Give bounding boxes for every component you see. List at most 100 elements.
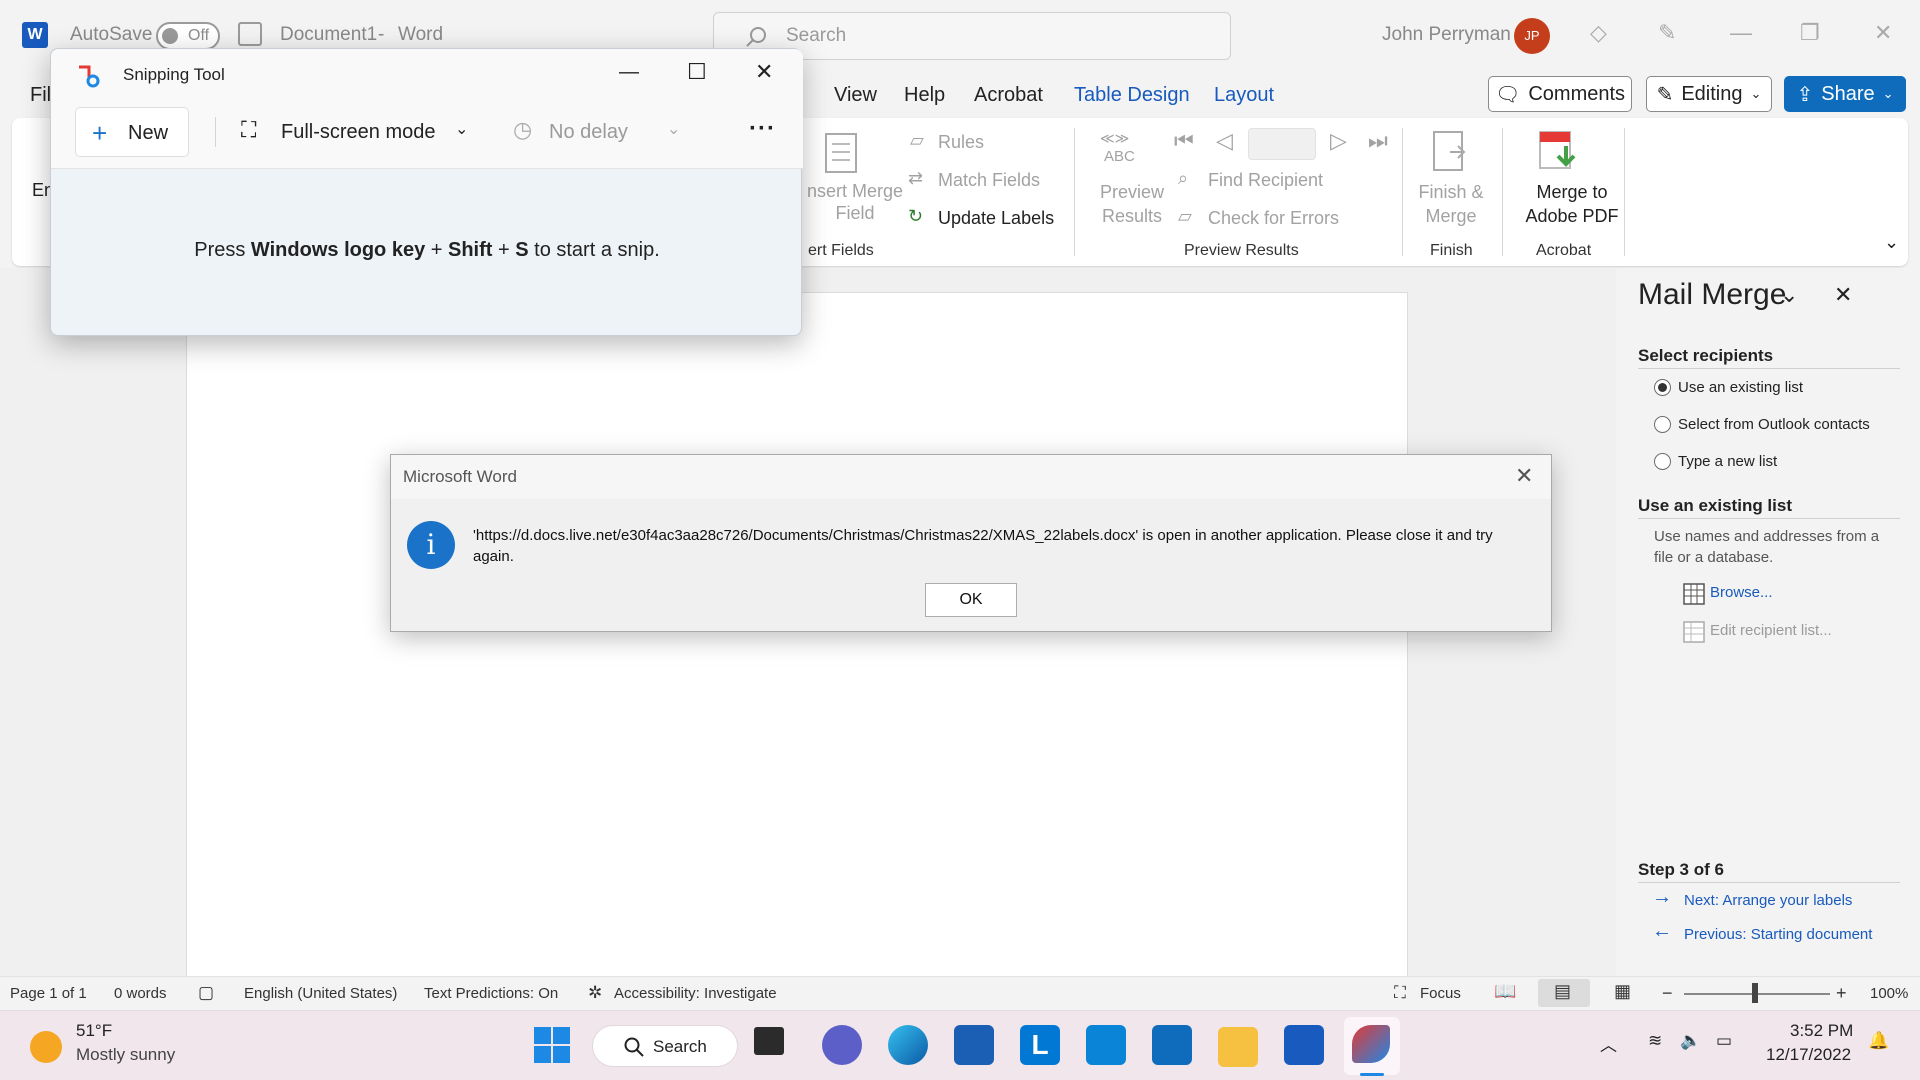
radio-outlook-contacts-label[interactable]: Select from Outlook contacts xyxy=(1678,416,1870,433)
focus-button[interactable]: Focus xyxy=(1420,985,1461,1002)
restore-icon[interactable]: ❐ xyxy=(1800,20,1820,46)
pane-close-icon[interactable]: ✕ xyxy=(1834,282,1852,308)
ribbon-collapse-icon[interactable]: ⌄ xyxy=(1884,232,1899,253)
word-logo-icon: W xyxy=(22,22,48,48)
browse-link[interactable]: Browse... xyxy=(1710,584,1773,601)
file-explorer-icon[interactable] xyxy=(1218,1027,1258,1067)
tab-help[interactable]: Help xyxy=(904,84,945,107)
record-number-input[interactable] xyxy=(1248,128,1316,160)
status-bar: Page 1 of 1 0 words ▢ English (United St… xyxy=(0,976,1920,1010)
tab-acrobat[interactable]: Acrobat xyxy=(974,84,1043,107)
new-snip-button[interactable]: + New xyxy=(75,107,189,157)
divider xyxy=(1638,368,1900,369)
user-name[interactable]: John Perryman xyxy=(1382,24,1511,46)
close-icon[interactable]: ✕ xyxy=(1874,20,1892,46)
pane-options-icon[interactable]: ⌄ xyxy=(1780,282,1798,308)
save-icon[interactable] xyxy=(238,22,262,46)
tab-file[interactable]: Fil xyxy=(30,84,51,107)
zoom-in-button[interactable]: + xyxy=(1836,983,1847,1004)
text-predictions[interactable]: Text Predictions: On xyxy=(424,985,558,1002)
minimize-icon[interactable]: — xyxy=(1730,20,1752,46)
pen-icon[interactable]: ✎ xyxy=(1658,20,1676,46)
previous-step-link[interactable]: Previous: Starting document xyxy=(1684,926,1872,943)
weather-temp[interactable]: 51°F xyxy=(76,1021,112,1041)
taskbar-search[interactable]: Search xyxy=(592,1025,738,1067)
snip-close-icon[interactable]: ✕ xyxy=(755,59,773,85)
task-view-icon[interactable] xyxy=(754,1027,784,1055)
find-recipient-button[interactable]: Find Recipient xyxy=(1208,170,1323,191)
editing-button[interactable]: ✎ Editing ⌄ xyxy=(1646,76,1772,112)
web-layout-icon[interactable]: ▦ xyxy=(1614,981,1631,1002)
language[interactable]: English (United States) xyxy=(244,985,397,1002)
radio-outlook-contacts[interactable] xyxy=(1654,416,1671,433)
weather-condition[interactable]: Mostly sunny xyxy=(76,1045,175,1065)
radio-new-list[interactable] xyxy=(1654,453,1671,470)
previous-record-icon[interactable]: ◁ xyxy=(1216,128,1233,154)
radio-new-list-label[interactable]: Type a new list xyxy=(1678,453,1777,470)
outlook-icon[interactable] xyxy=(1152,1025,1192,1065)
radio-existing-list[interactable] xyxy=(1654,379,1671,396)
check-errors-button[interactable]: Check for Errors xyxy=(1208,208,1339,229)
cortana-icon[interactable] xyxy=(1086,1025,1126,1065)
snip-maximize-icon[interactable]: ☐ xyxy=(687,59,707,85)
snip-minimize-icon[interactable]: — xyxy=(619,61,639,84)
clock-time[interactable]: 3:52 PM xyxy=(1790,1021,1853,1041)
share-button[interactable]: ⇪ Share ⌄ xyxy=(1784,76,1906,112)
update-labels-button[interactable]: Update Labels xyxy=(938,208,1054,229)
focus-icon: ⛶ xyxy=(1394,983,1406,1002)
clock-date[interactable]: 12/17/2022 xyxy=(1766,1045,1851,1065)
word-count[interactable]: 0 words xyxy=(114,985,167,1002)
document-page[interactable] xyxy=(186,292,1408,982)
last-record-icon[interactable]: ⏭ xyxy=(1368,128,1388,154)
edge-icon[interactable] xyxy=(888,1025,928,1065)
taskbar: 51°F Mostly sunny Search L ︿ ≋ 🔈 ▭ 3:52 … xyxy=(0,1010,1920,1080)
match-fields-button[interactable]: Match Fields xyxy=(938,170,1040,191)
merge-pdf-button[interactable]: Merge to Adobe PDF xyxy=(1512,180,1632,228)
show-hidden-icons[interactable]: ︿ xyxy=(1600,1031,1617,1056)
chevron-down-icon: ⌄ xyxy=(455,121,469,138)
next-record-icon[interactable]: ▷ xyxy=(1330,128,1347,154)
rules-button[interactable]: Rules xyxy=(938,132,984,153)
zoom-slider-thumb[interactable] xyxy=(1752,983,1758,1003)
snip-mode-dropdown[interactable]: ⛶ Full-screen mode ⌄ xyxy=(235,113,469,153)
read-mode-icon[interactable]: 📖 xyxy=(1494,981,1516,1002)
first-record-icon[interactable]: ⏮ xyxy=(1174,128,1194,154)
radio-existing-list-label[interactable]: Use an existing list xyxy=(1678,379,1803,396)
battery-icon[interactable]: ▭ xyxy=(1716,1031,1732,1051)
tab-view[interactable]: View xyxy=(834,84,877,107)
tab-table-design[interactable]: Table Design xyxy=(1074,84,1190,107)
check-errors-icon: ▱ xyxy=(1178,206,1192,226)
finish-merge-button[interactable]: Finish & Merge xyxy=(1408,180,1494,228)
ok-button[interactable]: OK xyxy=(925,583,1017,617)
dialog-close-icon[interactable]: ✕ xyxy=(1515,463,1533,489)
start-icon[interactable] xyxy=(534,1027,570,1063)
avatar[interactable]: JP xyxy=(1514,18,1550,54)
preview-results-button[interactable]: Preview Results xyxy=(1084,180,1180,228)
comments-button[interactable]: 🗨 Comments xyxy=(1488,76,1632,112)
match-fields-icon: ⇄ xyxy=(908,168,924,188)
active-indicator xyxy=(1360,1073,1384,1076)
tab-layout[interactable]: Layout xyxy=(1214,84,1274,107)
zoom-out-button[interactable]: − xyxy=(1662,983,1673,1004)
zoom-level[interactable]: 100% xyxy=(1870,985,1908,1002)
store-icon[interactable] xyxy=(954,1025,994,1065)
volume-icon[interactable]: 🔈 xyxy=(1680,1031,1701,1051)
page-count[interactable]: Page 1 of 1 xyxy=(10,985,87,1002)
snipping-tool-title: Snipping Tool xyxy=(123,65,225,84)
notification-icon[interactable]: 🔔 xyxy=(1868,1031,1889,1051)
comment-icon: 🗨 xyxy=(1494,83,1521,106)
wifi-icon[interactable]: ≋ xyxy=(1648,1031,1662,1051)
more-options-icon[interactable]: ··· xyxy=(749,115,776,143)
snip-delay-dropdown[interactable]: ◷ No delay ⌄ xyxy=(509,113,681,153)
insert-merge-field-button[interactable]: nsert Merge Field xyxy=(800,180,910,224)
app-name: Word xyxy=(398,24,444,45)
word-taskbar-icon[interactable] xyxy=(1284,1025,1324,1065)
autosave-toggle[interactable]: Off xyxy=(156,22,220,50)
proofing-icon[interactable]: ▢ xyxy=(198,983,214,1003)
title-separator: - xyxy=(378,24,385,45)
l-app-icon[interactable]: L xyxy=(1020,1025,1060,1065)
teams-chat-icon[interactable] xyxy=(822,1025,862,1065)
diamond-icon[interactable]: ◇ xyxy=(1590,20,1607,46)
next-step-link[interactable]: Next: Arrange your labels xyxy=(1684,892,1852,909)
accessibility-status[interactable]: Accessibility: Investigate xyxy=(614,985,777,1002)
